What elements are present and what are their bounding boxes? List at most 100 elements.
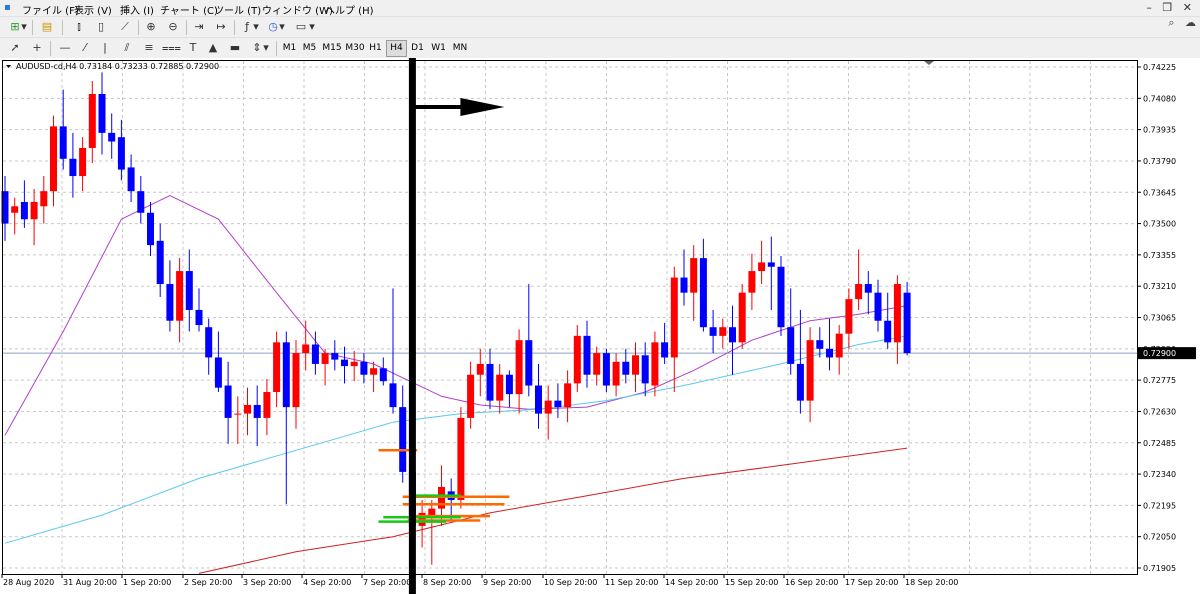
candle-bullish: [428, 508, 436, 516]
candle-bearish: [641, 355, 649, 384]
candle-bullish: [845, 299, 853, 334]
x-tick-label: 14 Sep 20:00: [665, 578, 718, 587]
cursor-icon[interactable]: ➚: [6, 40, 24, 56]
triangle-shape-icon[interactable]: ▲: [204, 40, 222, 56]
minimize-icon[interactable]: –: [1146, 1, 1152, 14]
zoom-out-icon[interactable]: ⊖: [164, 19, 182, 35]
timeframe-m15[interactable]: M15: [321, 41, 343, 56]
candle-bearish: [69, 158, 77, 177]
price-chart[interactable]: 0.74225 0.74080 0.73935 0.73790 0.73645 0.735…: [0, 58, 1200, 594]
candle-bearish: [379, 368, 387, 382]
timeframe-h4[interactable]: H4: [386, 40, 407, 57]
menu-tools[interactable]: ツール (T): [214, 2, 261, 17]
chart-shift-icon[interactable]: ⇥: [190, 19, 208, 35]
candle-bullish: [738, 292, 746, 343]
bar-chart-icon[interactable]: ⫾: [70, 19, 88, 35]
candlestick-icon[interactable]: ▯: [92, 19, 110, 35]
menu-file[interactable]: ファイル (F): [22, 2, 79, 17]
trendline-icon[interactable]: ⁄: [76, 40, 94, 56]
x-tick-label: 16 Sep 20:00: [785, 578, 838, 587]
fibonacci-icon[interactable]: ≡: [140, 40, 158, 56]
candle-bullish: [690, 258, 698, 293]
menu-chart[interactable]: チャート (C): [160, 2, 218, 17]
candle-bearish: [205, 327, 213, 358]
timeframe-h1[interactable]: H1: [366, 41, 385, 56]
candle-bearish: [311, 344, 319, 364]
drawing-toolbar: ➚ + — ⁄ | ⫽ ≡ ⩶ T ▲ ▬ ⇕ ▾ M1 M5 M15 M30 …: [0, 37, 1200, 59]
candle-bearish: [622, 361, 630, 375]
candle-bearish: [602, 353, 610, 386]
fibo-fan-icon[interactable]: ⩶: [162, 40, 181, 56]
menu-help[interactable]: ヘルプ (H): [325, 2, 374, 17]
candle-bullish: [651, 342, 659, 386]
horizontal-line-icon[interactable]: —: [56, 40, 74, 56]
x-tick-label: 1 Sep 20:00: [123, 578, 171, 587]
rectangle-shape-icon[interactable]: ▬: [226, 40, 244, 56]
timeframe-w1[interactable]: W1: [429, 41, 448, 56]
candle-bullish: [835, 333, 843, 358]
candle-bearish: [874, 292, 882, 321]
timeframe-mn[interactable]: MN: [450, 41, 470, 56]
y-tick-label: 0.72485: [1143, 439, 1176, 448]
y-tick-label: 0.73065: [1143, 314, 1176, 323]
candle-bullish: [476, 363, 484, 375]
candle-bearish: [166, 284, 174, 321]
candle-bearish: [903, 292, 911, 354]
candle-bullish: [515, 340, 523, 395]
vertical-line-icon[interactable]: |: [96, 40, 114, 56]
profiles-icon[interactable]: ▤: [38, 19, 56, 35]
text-tool-icon[interactable]: T: [184, 40, 202, 56]
window-controls: – ❐ ✕: [1146, 1, 1192, 14]
candle-bullish: [40, 191, 48, 207]
candle-bullish: [544, 400, 552, 414]
candle-bullish: [593, 353, 601, 375]
line-chart-icon[interactable]: ⟋: [116, 19, 134, 35]
candle-bearish: [767, 262, 775, 267]
close-icon[interactable]: ✕: [1183, 1, 1192, 14]
chat-icon[interactable]: ☁: [1185, 16, 1196, 29]
search-icon[interactable]: ⌕: [1168, 16, 1174, 29]
candle-bullish: [719, 327, 727, 336]
candle-bearish: [147, 212, 154, 246]
candle-bullish: [273, 342, 281, 393]
y-tick-label: 0.71905: [1143, 564, 1176, 573]
y-tick-label: 0.74080: [1143, 94, 1176, 103]
timeframe-m1[interactable]: M1: [280, 41, 299, 56]
candle-bullish: [612, 361, 620, 386]
restore-icon[interactable]: ❐: [1162, 1, 1172, 14]
menu-insert[interactable]: 挿入 (I): [120, 2, 154, 17]
dropdown-arrow-icon[interactable]: ▾: [308, 19, 316, 35]
top-right-tools: ⌕ ☁: [1168, 16, 1196, 36]
menu-view[interactable]: 表示 (V): [74, 2, 112, 17]
dropdown-arrow-icon[interactable]: ▾: [252, 19, 260, 35]
timeframe-m5[interactable]: M5: [300, 41, 319, 56]
zoom-in-icon[interactable]: ⊕: [142, 19, 160, 35]
x-tick-label: 2 Sep 20:00: [184, 578, 232, 587]
dropdown-arrow-icon[interactable]: ▾: [278, 19, 286, 35]
candle-bearish: [826, 348, 833, 358]
dropdown-arrow-icon[interactable]: ▾: [262, 40, 270, 56]
crosshair-icon[interactable]: +: [28, 40, 46, 56]
autoscroll-icon[interactable]: ↦: [212, 19, 230, 35]
candle-bullish: [855, 284, 863, 300]
x-tick-label: 15 Sep 20:00: [725, 578, 778, 587]
y-tick-label: 0.73500: [1143, 220, 1176, 229]
menu-window[interactable]: ウィンドウ (W): [262, 2, 333, 17]
app-menu-icon[interactable]: ▪: [4, 2, 11, 13]
candle-bearish: [525, 340, 533, 386]
x-tick-label: 18 Sep 20:00: [905, 578, 958, 587]
candle-bullish: [496, 374, 504, 401]
candle-bearish: [535, 385, 542, 414]
timeframe-d1[interactable]: D1: [408, 41, 427, 56]
timeframe-m30[interactable]: M30: [344, 41, 366, 56]
channel-icon[interactable]: ⫽: [118, 40, 136, 56]
candle-bearish: [360, 361, 368, 375]
x-tick-label: 7 Sep 20:00: [363, 578, 411, 587]
candle-bearish: [98, 93, 106, 133]
dropdown-arrow-icon[interactable]: ▾: [20, 19, 28, 35]
candle-bearish: [59, 126, 67, 159]
candle-bullish: [748, 271, 756, 293]
y-tick-label: 0.72775: [1143, 376, 1176, 385]
candle-bullish: [670, 277, 678, 358]
x-tick-label: 10 Sep 20:00: [544, 578, 597, 587]
